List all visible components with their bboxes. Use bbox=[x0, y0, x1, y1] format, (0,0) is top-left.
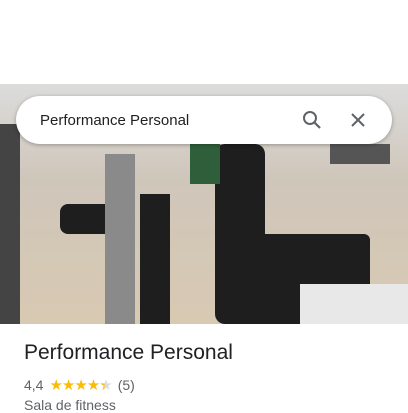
place-category: Sala de fitness bbox=[24, 397, 116, 413]
review-count[interactable]: (5) bbox=[118, 377, 135, 393]
place-name: Performance Personal bbox=[24, 341, 233, 364]
search-icon[interactable] bbox=[300, 108, 324, 132]
rating-value: 4,4 bbox=[24, 377, 44, 393]
search-input[interactable]: Performance Personal bbox=[16, 112, 300, 129]
star-rating-icon: ★★★★★ bbox=[49, 377, 112, 394]
rating-row[interactable]: 4,4 ★★★★★ (5) bbox=[24, 376, 135, 394]
search-bar[interactable]: Performance Personal bbox=[16, 96, 392, 144]
close-icon[interactable] bbox=[346, 108, 370, 132]
